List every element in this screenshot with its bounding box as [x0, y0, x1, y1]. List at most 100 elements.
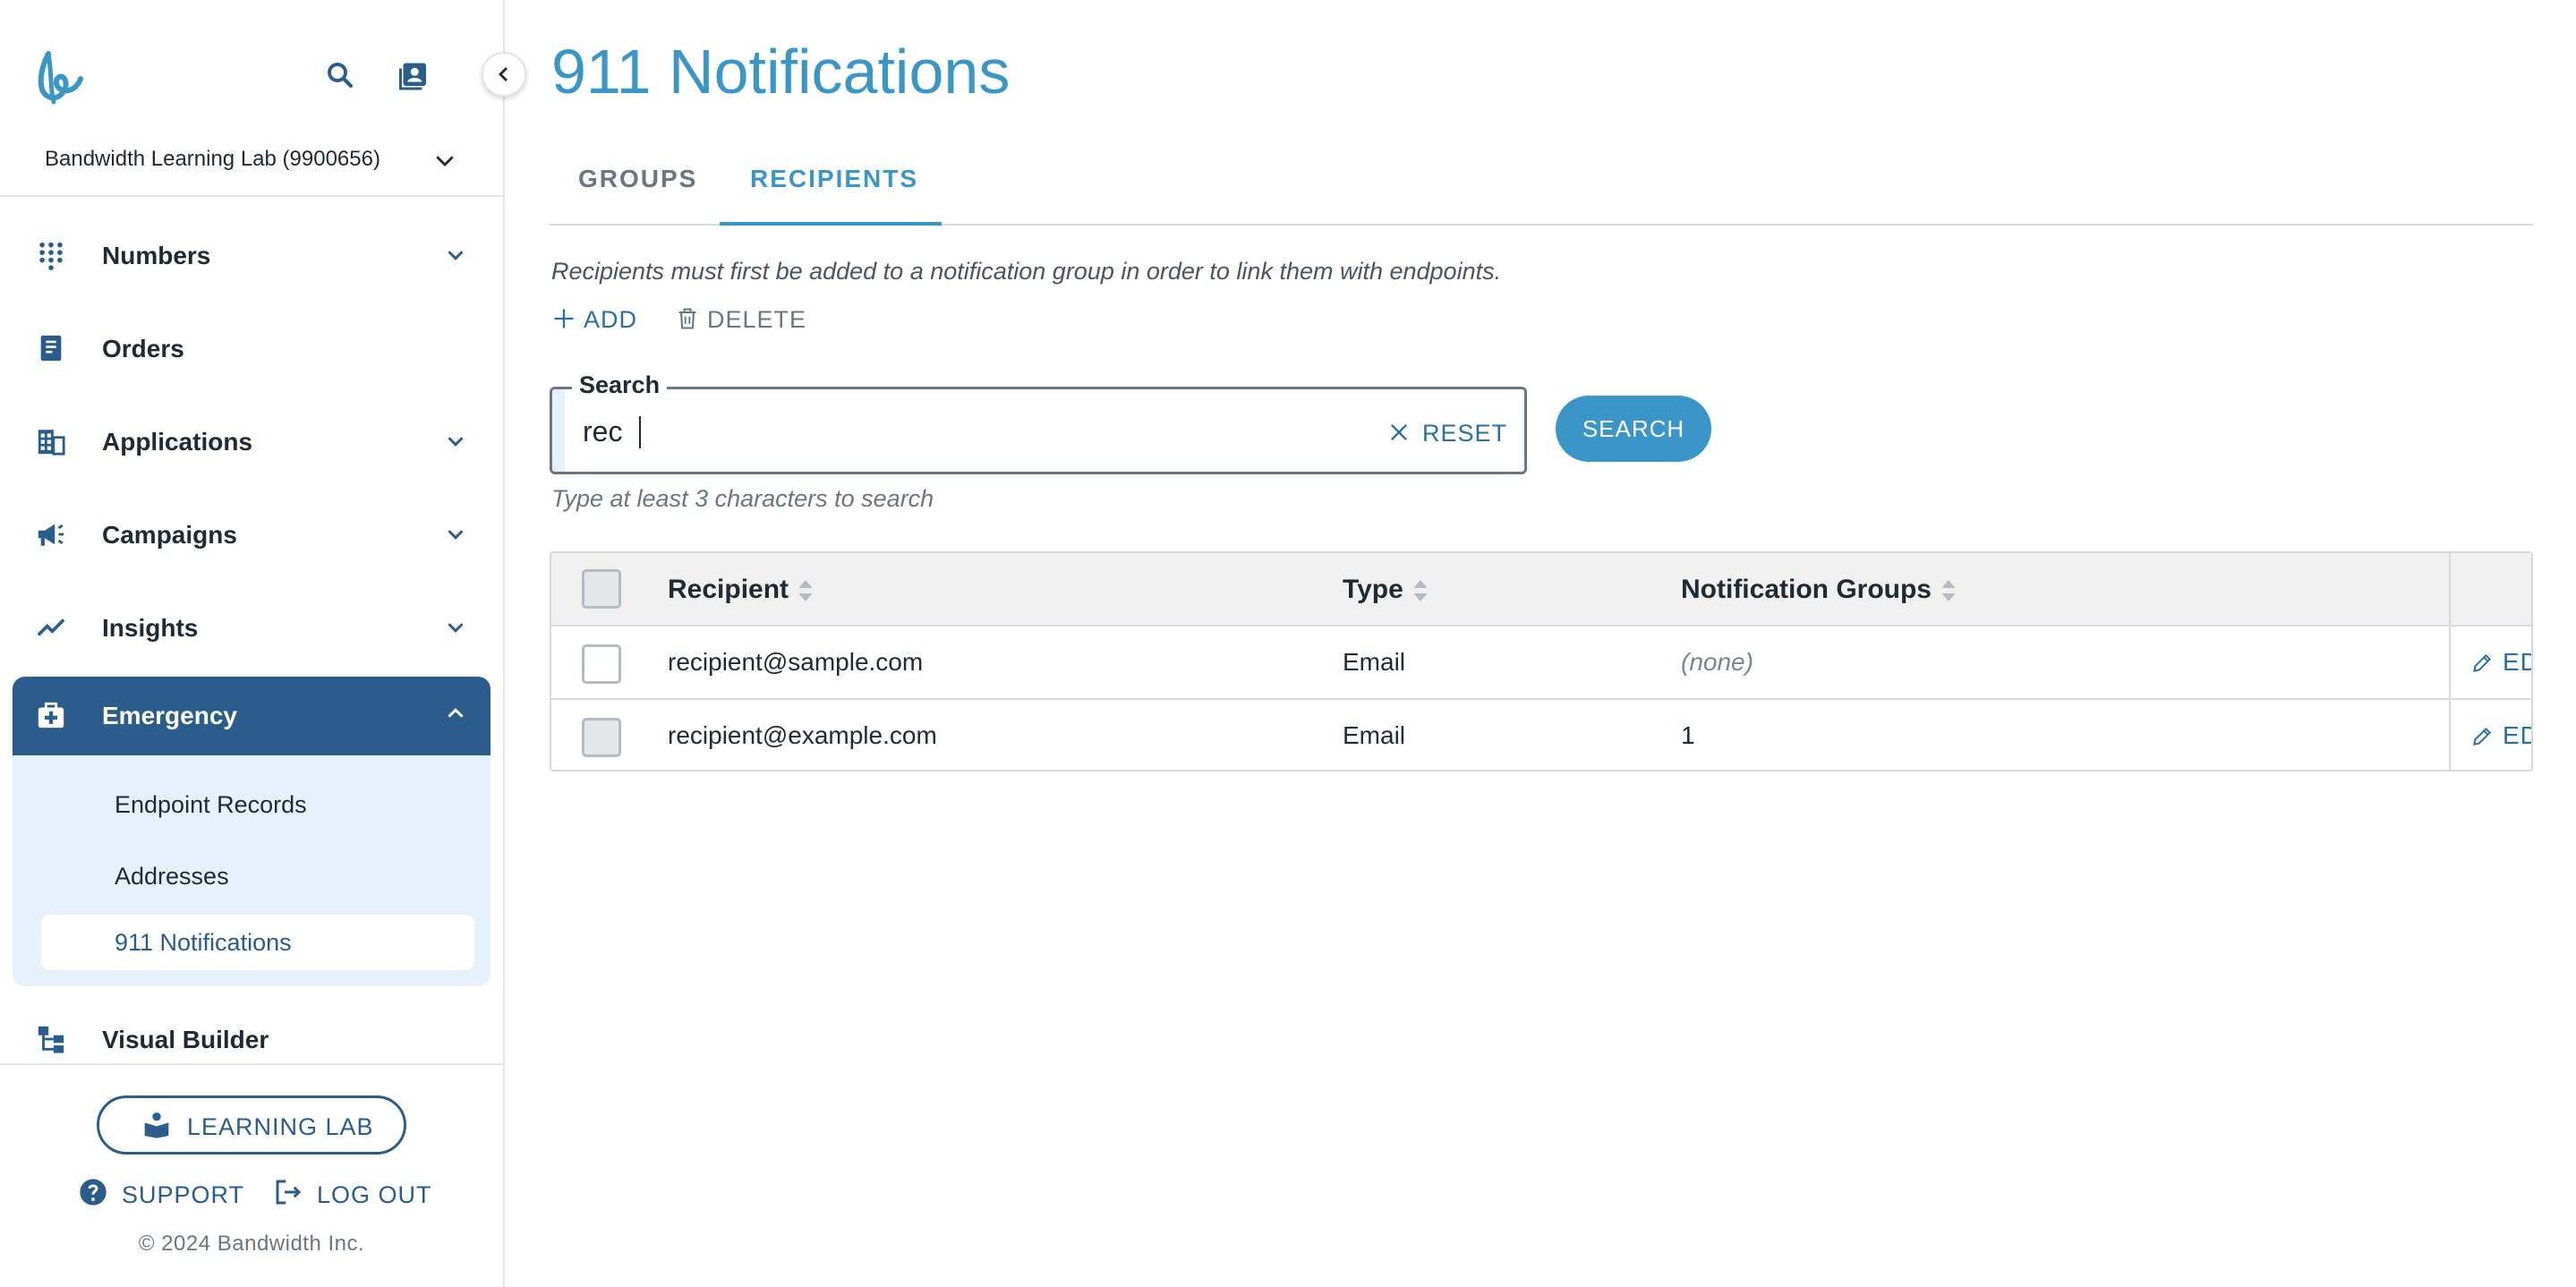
learning-lab-label: LEARNING LAB — [187, 1113, 374, 1140]
pencil-icon — [2473, 727, 2492, 746]
nav-item-numbers[interactable]: Numbers — [0, 215, 503, 295]
bandwidth-logo[interactable] — [36, 47, 88, 106]
support-link[interactable]: SUPPORT — [79, 1176, 249, 1212]
medkit-icon — [38, 702, 64, 729]
nav-item-insights[interactable]: Insights — [0, 587, 503, 668]
delete-label: DELETE — [707, 306, 807, 333]
cell-recipient: recipient@example.com — [668, 721, 937, 749]
nav-label-campaigns: Campaigns — [102, 521, 237, 549]
search-legend: Search — [572, 371, 668, 399]
book-reader-icon — [144, 1112, 169, 1138]
logout-icon — [276, 1180, 302, 1205]
search-icon[interactable] — [324, 59, 356, 91]
column-header-label: Recipient — [668, 575, 789, 604]
chevron-down-icon — [448, 530, 464, 540]
recipients-hint: Recipients must first be added to a noti… — [551, 258, 1502, 285]
search-button-label: SEARCH — [1582, 415, 1685, 442]
nav-item-emergency[interactable]: Emergency — [13, 677, 490, 755]
plus-icon — [554, 309, 574, 328]
column-header-label: Notification Groups — [1681, 575, 1932, 604]
select-all-checkbox[interactable] — [582, 569, 621, 609]
column-header-type[interactable]: Type — [1343, 575, 1429, 605]
sidebar: Bandwidth Learning Lab (9900656) Numbers — [0, 0, 505, 1287]
support-label: SUPPORT — [122, 1181, 245, 1208]
help-icon — [80, 1179, 107, 1206]
sort-icon — [1941, 580, 1956, 602]
contacts-icon[interactable] — [399, 59, 431, 91]
main-content: 911 Notifications GROUPS RECIPIENTS Reci… — [505, 0, 2576, 1287]
sub-item-label: Endpoint Records — [115, 791, 307, 818]
sub-item-label: Addresses — [115, 863, 229, 890]
nav-label-emergency: Emergency — [102, 702, 237, 729]
logout-link[interactable]: LOG OUT — [274, 1176, 435, 1212]
column-header-notification-groups[interactable]: Notification Groups — [1681, 575, 1957, 605]
add-button[interactable]: ADD — [551, 303, 641, 338]
nav-label-visual-builder: Visual Builder — [102, 1026, 269, 1053]
page-title: 911 Notifications — [551, 37, 1011, 107]
chevron-down-icon — [448, 623, 464, 633]
pencil-icon — [2473, 653, 2492, 672]
search-input[interactable] — [583, 409, 1209, 454]
column-header-label: Type — [1343, 575, 1403, 604]
column-header-recipient[interactable]: Recipient — [668, 575, 814, 605]
chevron-up-icon — [448, 708, 464, 718]
sidebar-footer: LEARNING LAB SUPPORT LOG OUT © 2024 Band… — [0, 1063, 503, 1287]
tab-groups[interactable]: GROUPS — [550, 152, 720, 226]
tab-label: GROUPS — [578, 165, 698, 192]
tab-recipients[interactable]: RECIPIENTS — [720, 152, 942, 226]
sort-icon — [798, 580, 813, 602]
sidebar-item-addresses[interactable]: Addresses — [41, 848, 474, 904]
nav-item-orders[interactable]: Orders — [0, 308, 503, 388]
account-selector[interactable]: Bandwidth Learning Lab (9900656) — [0, 134, 503, 197]
delete-button[interactable]: DELETE — [675, 303, 809, 338]
table-row: recipient@example.com Email 1 EDIT — [551, 702, 2531, 770]
cell-recipient: recipient@sample.com — [668, 648, 924, 676]
trend-icon — [37, 618, 65, 636]
nav-item-applications[interactable]: Applications — [0, 401, 503, 482]
chevron-down-icon — [436, 156, 454, 166]
learning-lab-button[interactable]: LEARNING LAB — [97, 1095, 406, 1155]
chevron-down-icon — [448, 251, 464, 260]
sidebar-item-endpoint-records[interactable]: Endpoint Records — [41, 777, 474, 832]
search-field[interactable]: Search RESET — [550, 371, 1527, 474]
nav-label-orders: Orders — [102, 335, 184, 362]
emergency-submenu: Emergency Endpoint Records Addresses 911… — [13, 677, 490, 986]
edit-label: EDIT — [2503, 648, 2531, 676]
add-label: ADD — [584, 306, 638, 333]
table-row: recipient@sample.com Email (none) EDIT — [551, 628, 2531, 700]
reset-label: RESET — [1422, 420, 1508, 447]
cell-groups: (none) — [1681, 648, 1753, 676]
receipt-icon — [40, 335, 62, 362]
dialpad-icon — [39, 242, 63, 270]
close-icon — [1391, 424, 1407, 440]
copyright: © 2024 Bandwidth Inc. — [138, 1232, 365, 1256]
tab-label: RECIPIENTS — [750, 165, 919, 192]
sort-icon — [1413, 580, 1428, 602]
search-helper-text: Type at least 3 characters to search — [551, 485, 934, 512]
account-name: Bandwidth Learning Lab (9900656) — [45, 147, 380, 171]
table-header: Recipient Type Notification Groups — [551, 553, 2531, 626]
collapse-sidebar-button[interactable] — [482, 52, 526, 97]
edit-label: EDIT — [2503, 721, 2531, 749]
row-checkbox[interactable] — [582, 718, 621, 757]
cell-type: Email — [1343, 648, 1406, 676]
sub-item-label: 911 Notifications — [115, 929, 292, 956]
app-root: Bandwidth Learning Lab (9900656) Numbers — [0, 0, 2576, 1287]
text-caret — [639, 416, 641, 448]
nav-item-campaigns[interactable]: Campaigns — [0, 494, 503, 575]
logout-label: LOG OUT — [317, 1181, 432, 1208]
sidebar-item-911-notifications[interactable]: 911 Notifications — [41, 915, 474, 970]
cell-type: Email — [1343, 721, 1406, 749]
flow-icon — [38, 1026, 64, 1053]
chevron-down-icon — [448, 437, 464, 447]
megaphone-icon — [38, 524, 64, 546]
tab-bar: GROUPS RECIPIENTS — [550, 152, 2533, 226]
nav-item-visual-builder[interactable]: Visual Builder — [0, 1002, 503, 1063]
nav-label-insights: Insights — [102, 614, 199, 642]
row-checkbox[interactable] — [582, 644, 621, 684]
trash-icon — [678, 308, 696, 329]
search-focus-accent — [552, 389, 565, 472]
chevron-left-icon — [499, 67, 508, 81]
search-button[interactable]: SEARCH — [1556, 396, 1711, 462]
recipients-table: Recipient Type Notification Groups recip… — [550, 551, 2533, 771]
